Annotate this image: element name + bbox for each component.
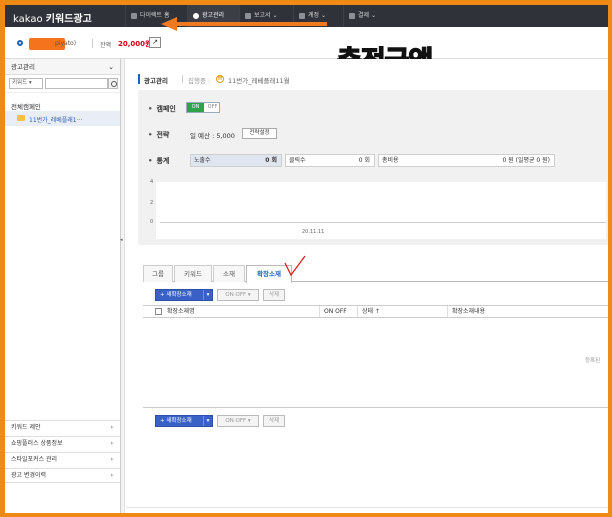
campaign-label: 캠페인: [148, 104, 175, 114]
chevron-right-icon: ›: [110, 472, 113, 479]
report-icon: [245, 13, 251, 19]
stats-chart: 4 2 0 20.11.11: [150, 179, 606, 239]
chart-x-label: 20.11.11: [302, 229, 325, 235]
folder-icon: [17, 115, 25, 121]
onoff-button[interactable]: ON·OFF ▾: [217, 289, 259, 301]
column-header[interactable]: 확장소재내용: [447, 306, 608, 317]
tab-group[interactable]: 그룹: [143, 265, 173, 282]
breadcrumb-accent: [138, 74, 140, 84]
annotation-check-icon: [284, 255, 306, 277]
chevron-right-icon: ›: [110, 456, 113, 463]
breadcrumb-campaign-name[interactable]: 11번가_레베플래11월: [228, 75, 290, 85]
account-id: piyato): [55, 40, 77, 47]
search-icon[interactable]: [108, 78, 118, 89]
toggle-on: ON: [187, 103, 204, 112]
stat-clicks[interactable]: 클릭수 0 회: [285, 154, 375, 167]
column-header[interactable]: ON OFF: [319, 306, 357, 317]
page-title: 광고관리: [144, 77, 168, 85]
chart-tick: 2: [150, 200, 154, 206]
delete-button[interactable]: 삭제: [263, 289, 285, 301]
add-extension-button[interactable]: + 새확장소재 ▾: [155, 289, 213, 301]
main-content: 광고관리 집행중 : ₩ 11번가_레베플래11월 캠페인 ON OFF 전략 …: [126, 59, 608, 513]
extension-toolbar-bottom: + 새확장소재 ▾ ON·OFF ▾ 삭제: [143, 411, 608, 431]
empty-message: 등록된: [585, 358, 601, 364]
divider: [182, 75, 183, 83]
onoff-button[interactable]: ON·OFF ▾: [217, 415, 259, 427]
strategy-settings-button[interactable]: 전략설정: [242, 128, 277, 139]
campaign-status: 집행중 :: [188, 77, 211, 85]
sidebar-link-shopping-plus[interactable]: 쇼핑플러스 상품정보 ›: [5, 436, 120, 451]
sidebar-link-change-history[interactable]: 광고 변경이력 ›: [5, 468, 120, 483]
chart-tick: 4: [150, 179, 154, 185]
stats-label: 통계: [148, 156, 169, 166]
balance-amount: 20,000원: [118, 40, 152, 48]
extension-table: 확장소재명 ON OFF 상태 ↑ 확장소재내용 등록된: [143, 305, 608, 415]
app-window: kakao 키워드광고 다이렉트 홈 광고관리 보고서 ⌄ 계정 ⌄ 결제 ⌄ …: [5, 5, 608, 513]
sidebar-header[interactable]: 광고관리 ⌄: [5, 59, 120, 75]
stat-total-cost[interactable]: 총비용 0 원 (일평균 0 원): [378, 154, 555, 167]
charge-link-icon[interactable]: ↗: [149, 37, 161, 48]
select-all-checkbox[interactable]: [155, 308, 162, 315]
divider: [126, 507, 608, 508]
chart-axis: [160, 222, 606, 223]
logo-brand: kakao: [13, 14, 43, 25]
chevron-right-icon: ›: [110, 440, 113, 447]
delete-button[interactable]: 삭제: [263, 415, 285, 427]
chevron-down-icon: ⌄: [108, 63, 114, 71]
chart-tick: 0: [150, 219, 154, 225]
user-icon: [299, 13, 305, 19]
chevron-down-icon[interactable]: ▾: [203, 416, 212, 426]
extension-toolbar-top: + 새확장소재 ▾ ON·OFF ▾ 삭제: [143, 285, 608, 305]
divider: [143, 407, 608, 408]
column-header[interactable]: 상태 ↑: [357, 306, 447, 317]
sidebar-link-keyword-suggest[interactable]: 키워드 제안 ›: [5, 420, 120, 435]
strategy-label: 전략: [148, 130, 169, 140]
chevron-right-icon: ›: [110, 424, 113, 431]
tab-bar: 그룹 키워드 소재 확장소재: [143, 265, 608, 283]
sidebar-search: 키워드 ▾: [5, 75, 120, 93]
campaign-summary: 캠페인 ON OFF 전략 일 예산 : 5,000 전략설정 통계 노출수 0…: [138, 90, 608, 245]
logo-product: 키워드광고: [45, 14, 92, 25]
logo[interactable]: kakao 키워드광고: [13, 10, 92, 25]
search-type-select[interactable]: 키워드 ▾: [9, 78, 43, 89]
sidebar-title: 광고관리: [11, 63, 35, 71]
sidebar-link-style-focus[interactable]: 스타일포커스 관리 ›: [5, 452, 120, 467]
annotation-arrow: [175, 22, 327, 26]
tab-creative[interactable]: 소재: [213, 265, 245, 282]
search-input[interactable]: [45, 78, 108, 89]
balance-label: 잔액: [100, 42, 112, 49]
account-bar: piyato) 잔액 20,000원 ↗: [5, 27, 608, 59]
add-extension-button[interactable]: + 새확장소재 ▾: [155, 415, 213, 427]
divider: [92, 39, 93, 48]
campaign-name: 11번가_레베플래1···: [29, 117, 83, 124]
card-icon: [349, 13, 355, 19]
sidebar: 광고관리 ⌄ 키워드 ▾ 전체캠페인 11번가_레베플래1··· 키워드 제안 ›…: [5, 59, 121, 513]
sidebar-item-campaign[interactable]: 11번가_레베플래1···: [5, 111, 120, 126]
daily-budget: 일 예산 : 5,000: [190, 132, 235, 140]
campaign-onoff-toggle[interactable]: ON OFF: [186, 102, 220, 113]
sidebar-item-all-campaigns[interactable]: 전체캠페인: [11, 101, 41, 111]
column-header[interactable]: 확장소재명: [163, 306, 195, 317]
nav-tab-payment[interactable]: 결제 ⌄: [343, 5, 395, 27]
tab-keyword[interactable]: 키워드: [174, 265, 212, 282]
home-icon: [131, 13, 137, 19]
sidebar-collapse-handle[interactable]: [120, 59, 125, 513]
gear-icon: [193, 13, 199, 19]
account-bullet-icon: [17, 40, 23, 46]
toggle-off: OFF: [207, 104, 218, 110]
coin-icon: ₩: [216, 75, 224, 83]
table-header: 확장소재명 ON OFF 상태 ↑ 확장소재내용: [143, 306, 608, 318]
stat-impressions[interactable]: 노출수 0 회: [190, 154, 282, 167]
chevron-down-icon[interactable]: ▾: [203, 290, 212, 300]
